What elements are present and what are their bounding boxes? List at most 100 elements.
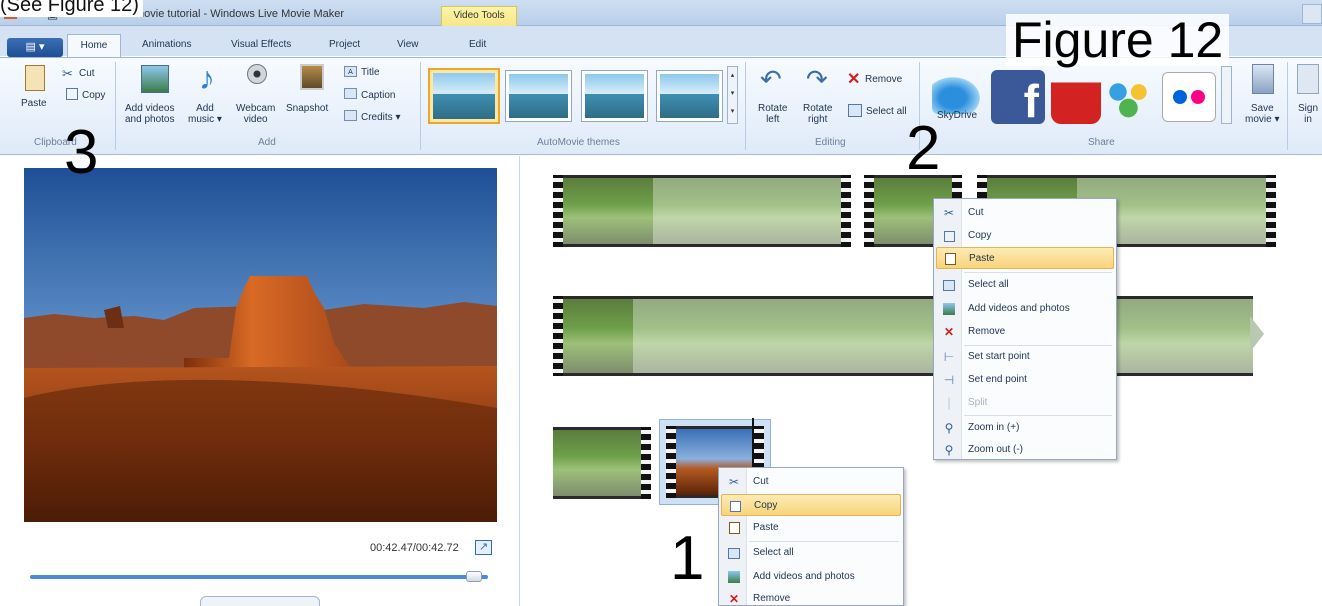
menu-item-label: Zoom in (+) <box>968 422 1020 433</box>
caption-label: Caption <box>361 90 396 101</box>
menu-item-set-end[interactable]: ⊣ Set end point <box>936 369 1114 391</box>
save-movie-label: Save movie ▾ <box>1245 103 1280 125</box>
skydrive-icon[interactable] <box>932 74 984 114</box>
theme-thumbnail[interactable] <box>505 70 572 122</box>
share-gallery-scroll[interactable] <box>1221 66 1232 124</box>
menu-item-remove[interactable]: ✕ Remove <box>936 321 1114 343</box>
menu-item-zoom-in[interactable]: ⚲ Zoom in (+) <box>936 417 1114 439</box>
menu-item-label: Split <box>968 397 988 408</box>
tab-animations[interactable]: Animations <box>142 39 191 50</box>
menu-item-add-videos[interactable]: Add videos and photos <box>721 566 901 588</box>
snapshot-label: Snapshot <box>286 103 329 114</box>
theme-thumbnail[interactable] <box>581 70 648 122</box>
editing-group-label: Editing <box>815 137 846 148</box>
group-divider <box>420 62 421 150</box>
context-menu-upper: ✂ Cut Copy Paste Select all Add videos an… <box>933 198 1117 460</box>
copy-icon <box>66 88 78 100</box>
themes-gallery-scroll[interactable]: ▴ ▾ ▾ <box>727 66 738 124</box>
playback-controls[interactable] <box>200 596 320 606</box>
webcam-icon <box>247 64 267 84</box>
video-clip[interactable] <box>553 427 651 499</box>
menu-item-split[interactable]: ∣ Split <box>936 392 1114 414</box>
paste-icon <box>729 522 740 534</box>
add-media-icon <box>141 65 169 93</box>
menu-item-label: Add videos and photos <box>753 571 855 582</box>
zoom-in-icon: ⚲ <box>944 421 954 435</box>
menu-item-remove[interactable]: ✕ Remove <box>721 588 901 606</box>
menu-item-paste[interactable]: Paste <box>721 517 901 539</box>
menu-item-label: Select all <box>753 547 794 558</box>
annotation-number-3: 3 <box>64 118 99 187</box>
menu-item-label: Zoom out (-) <box>968 444 1024 455</box>
group-divider <box>115 62 116 150</box>
annotation-number-2: 2 <box>906 114 941 183</box>
scissors-icon: ✂ <box>62 66 73 81</box>
title-label: Title <box>361 67 380 78</box>
copy-icon <box>730 501 741 512</box>
tab-view[interactable]: View <box>397 39 419 50</box>
rotate-left-icon: ↶ <box>760 64 782 94</box>
paste-label: Paste <box>21 98 47 109</box>
tab-project[interactable]: Project <box>329 39 360 50</box>
menu-item-paste[interactable]: Paste <box>936 247 1114 269</box>
seek-thumb[interactable] <box>466 571 482 582</box>
start-point-icon: ⊢ <box>943 350 955 364</box>
menu-item-label: Remove <box>753 593 791 604</box>
menu-item-add-videos[interactable]: Add videos and photos <box>936 298 1114 320</box>
help-button[interactable] <box>1302 4 1322 24</box>
menu-item-copy[interactable]: Copy <box>721 494 901 516</box>
group-divider <box>1287 62 1288 150</box>
menu-item-label: Paste <box>753 522 779 533</box>
tab-edit[interactable]: Edit <box>469 39 486 50</box>
expand-icon: ↗ <box>479 541 489 553</box>
desert-mesa-image <box>24 168 497 522</box>
messenger-icon[interactable] <box>1105 78 1157 118</box>
menu-item-copy[interactable]: Copy <box>936 225 1114 247</box>
skydrive-label: SkyDrive <box>937 110 978 121</box>
zoom-out-icon: ⚲ <box>944 443 954 457</box>
credits-label: Credits ▾ <box>361 112 401 123</box>
split-icon: ∣ <box>946 396 952 410</box>
menu-item-label: Add videos and photos <box>968 303 1070 314</box>
add-group-label: Add <box>258 137 276 148</box>
sign-in-icon <box>1297 64 1319 94</box>
scissors-icon: ✂ <box>728 475 740 489</box>
caption-text: (See Figure 12) <box>0 0 143 17</box>
video-clip[interactable] <box>553 175 851 247</box>
transition-arrow-icon <box>1250 316 1264 352</box>
snapshot-icon <box>300 64 324 90</box>
add-media-icon <box>728 571 740 583</box>
menu-item-select-all[interactable]: Select all <box>936 274 1114 296</box>
menu-item-cut[interactable]: ✂ Cut <box>721 471 901 493</box>
theme-thumbnail[interactable] <box>656 70 723 122</box>
rotate-right-label: Rotate right <box>803 103 833 125</box>
group-divider <box>745 62 746 150</box>
end-point-icon: ⊣ <box>943 373 955 387</box>
theme-thumbnail[interactable] <box>428 68 500 124</box>
annotation-number-1: 1 <box>670 524 705 593</box>
youtube-icon[interactable] <box>1051 60 1101 124</box>
menu-item-set-start[interactable]: ⊢ Set start point <box>936 346 1114 368</box>
share-group-label: Share <box>1088 137 1115 148</box>
flickr-icon[interactable] <box>1162 72 1216 122</box>
preview-monitor[interactable] <box>24 168 497 522</box>
menu-item-label: Set start point <box>968 351 1030 362</box>
fullscreen-button[interactable]: ↗ <box>475 540 492 555</box>
figure-label: Figure 12 <box>1006 14 1230 66</box>
video-clip[interactable] <box>553 296 1253 376</box>
add-videos-label: Add videos and photos <box>125 103 175 125</box>
scissors-icon: ✂ <box>943 206 955 220</box>
facebook-icon[interactable]: f <box>991 70 1045 127</box>
copy-icon <box>944 231 955 242</box>
tab-home[interactable]: Home <box>67 34 121 58</box>
menu-item-zoom-out[interactable]: ⚲ Zoom out (-) <box>936 439 1114 461</box>
title-icon: A <box>344 66 357 77</box>
menu-item-select-all[interactable]: Select all <box>721 542 901 564</box>
menu-item-cut[interactable]: ✂ Cut <box>936 202 1114 224</box>
app-menu-button[interactable]: ▤ ▾ <box>7 38 63 57</box>
seek-bar[interactable] <box>30 575 488 579</box>
add-media-icon <box>943 303 955 315</box>
tab-visual-effects[interactable]: Visual Effects <box>231 39 291 50</box>
copy-label: Copy <box>82 90 106 101</box>
menu-item-label: Copy <box>754 500 778 511</box>
